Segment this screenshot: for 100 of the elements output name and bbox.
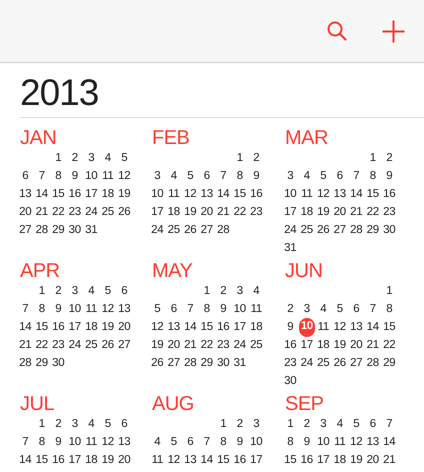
day-number[interactable]: 7 bbox=[38, 169, 45, 183]
day-number[interactable]: 29 bbox=[200, 356, 213, 370]
day-number[interactable]: 18 bbox=[168, 205, 180, 219]
month-name[interactable]: JAN bbox=[20, 127, 56, 149]
day-number[interactable]: 9 bbox=[220, 302, 226, 316]
day-number[interactable]: 29 bbox=[383, 356, 396, 370]
day-number[interactable]: 15 bbox=[36, 320, 48, 334]
day-number[interactable]: 11 bbox=[301, 187, 312, 201]
day-number[interactable]: 22 bbox=[383, 338, 396, 352]
day-number[interactable]: 12 bbox=[102, 435, 114, 449]
add-icon[interactable] bbox=[382, 20, 405, 42]
day-number[interactable]: 3 bbox=[88, 151, 94, 165]
day-number[interactable]: 30 bbox=[284, 374, 296, 388]
day-number[interactable]: 31 bbox=[284, 241, 296, 255]
day-number[interactable]: 27 bbox=[19, 223, 32, 237]
day-number[interactable]: 29 bbox=[36, 356, 48, 370]
day-number[interactable]: 2 bbox=[386, 151, 392, 165]
day-number[interactable]: 4 bbox=[88, 284, 94, 298]
today-day[interactable]: 10 bbox=[298, 318, 315, 336]
day-number[interactable]: 12 bbox=[168, 453, 180, 467]
month-name[interactable]: FEB bbox=[152, 127, 190, 149]
day-number[interactable]: 21 bbox=[36, 205, 48, 219]
day-number[interactable]: 13 bbox=[350, 320, 362, 334]
day-number[interactable]: 2 bbox=[304, 417, 310, 431]
day-number[interactable]: 13 bbox=[184, 453, 196, 467]
day-number[interactable]: 16 bbox=[250, 187, 262, 201]
day-number[interactable]: 19 bbox=[102, 453, 114, 467]
day-number[interactable]: 1 bbox=[236, 151, 243, 165]
month-name[interactable]: JUN bbox=[285, 260, 322, 282]
day-number[interactable]: 28 bbox=[184, 356, 196, 370]
day-number[interactable]: 25 bbox=[102, 205, 114, 219]
day-number[interactable]: 9 bbox=[236, 435, 243, 449]
day-number[interactable]: 14 bbox=[19, 320, 32, 334]
day-number[interactable]: 26 bbox=[317, 223, 330, 237]
day-number[interactable]: 11 bbox=[334, 435, 346, 449]
day-number[interactable]: 24 bbox=[300, 356, 313, 370]
day-number[interactable]: 12 bbox=[184, 187, 196, 201]
day-number[interactable]: 18 bbox=[250, 320, 262, 334]
day-number[interactable]: 6 bbox=[370, 417, 376, 431]
day-number[interactable]: 28 bbox=[366, 356, 379, 370]
day-number[interactable]: 19 bbox=[151, 338, 164, 352]
day-number[interactable]: 14 bbox=[383, 435, 396, 449]
day-number[interactable]: 17 bbox=[284, 205, 296, 219]
day-number[interactable]: 5 bbox=[336, 302, 343, 316]
day-number[interactable]: 3 bbox=[154, 169, 160, 183]
day-number[interactable]: 11 bbox=[86, 435, 97, 449]
month-name[interactable]: APR bbox=[20, 260, 60, 282]
day-number[interactable]: 11 bbox=[168, 187, 180, 201]
day-number[interactable]: 7 bbox=[22, 302, 28, 316]
day-number[interactable]: 28 bbox=[19, 356, 32, 370]
day-number[interactable]: 17 bbox=[85, 187, 98, 201]
day-number[interactable]: 21 bbox=[19, 338, 32, 352]
day-number[interactable]: 14 bbox=[350, 187, 362, 201]
day-number[interactable]: 23 bbox=[383, 205, 396, 219]
day-number[interactable]: 1 bbox=[38, 417, 45, 431]
day-number[interactable]: 18 bbox=[300, 205, 313, 219]
day-number[interactable]: 2 bbox=[236, 417, 243, 431]
day-number[interactable]: 25 bbox=[300, 223, 313, 237]
day-number[interactable]: 10 bbox=[68, 302, 81, 316]
day-number[interactable]: 4 bbox=[104, 151, 111, 165]
day-number[interactable]: 1 bbox=[370, 151, 376, 165]
day-number[interactable]: 13 bbox=[366, 435, 379, 449]
day-number[interactable]: 11 bbox=[152, 453, 163, 467]
day-number[interactable]: 15 bbox=[217, 453, 230, 467]
day-number[interactable]: 20 bbox=[19, 205, 32, 219]
day-number[interactable]: 3 bbox=[253, 417, 260, 431]
day-number[interactable]: 19 bbox=[317, 205, 330, 219]
day-number[interactable]: 19 bbox=[334, 338, 346, 352]
day-number[interactable]: 25 bbox=[168, 223, 180, 237]
day-number[interactable]: 15 bbox=[284, 453, 296, 467]
month-name[interactable]: JUL bbox=[20, 393, 54, 415]
day-number[interactable]: 4 bbox=[154, 435, 160, 449]
day-number[interactable]: 17 bbox=[234, 320, 246, 334]
day-number[interactable]: 10 bbox=[85, 169, 98, 183]
day-number[interactable]: 7 bbox=[187, 302, 194, 316]
month-name[interactable]: MAR bbox=[285, 127, 328, 149]
day-number[interactable]: 16 bbox=[383, 187, 396, 201]
day-number[interactable]: 7 bbox=[386, 417, 392, 431]
day-number[interactable]: 21 bbox=[184, 338, 196, 352]
day-number[interactable]: 2 bbox=[220, 284, 226, 298]
day-number[interactable]: 1 bbox=[204, 284, 210, 298]
day-number[interactable]: 2 bbox=[253, 151, 260, 165]
day-number[interactable]: 12 bbox=[118, 169, 130, 183]
day-number[interactable]: 9 bbox=[55, 302, 62, 316]
day-number[interactable]: 23 bbox=[68, 205, 81, 219]
day-number[interactable]: 22 bbox=[200, 338, 213, 352]
day-number[interactable]: 9 bbox=[386, 169, 392, 183]
day-number[interactable]: 26 bbox=[102, 338, 114, 352]
day-number[interactable]: 17 bbox=[68, 320, 81, 334]
day-number[interactable]: 9 bbox=[253, 169, 260, 183]
day-number[interactable]: 5 bbox=[170, 435, 177, 449]
day-number[interactable]: 3 bbox=[304, 302, 310, 316]
day-number[interactable]: 6 bbox=[353, 302, 360, 316]
day-number[interactable]: 24 bbox=[68, 338, 81, 352]
day-number[interactable]: 20 bbox=[168, 338, 180, 352]
day-number[interactable]: 29 bbox=[52, 223, 64, 237]
day-number[interactable]: 24 bbox=[284, 223, 296, 237]
day-number[interactable]: 30 bbox=[383, 223, 396, 237]
day-number[interactable]: 9 bbox=[55, 435, 62, 449]
day-number[interactable]: 22 bbox=[234, 205, 246, 219]
